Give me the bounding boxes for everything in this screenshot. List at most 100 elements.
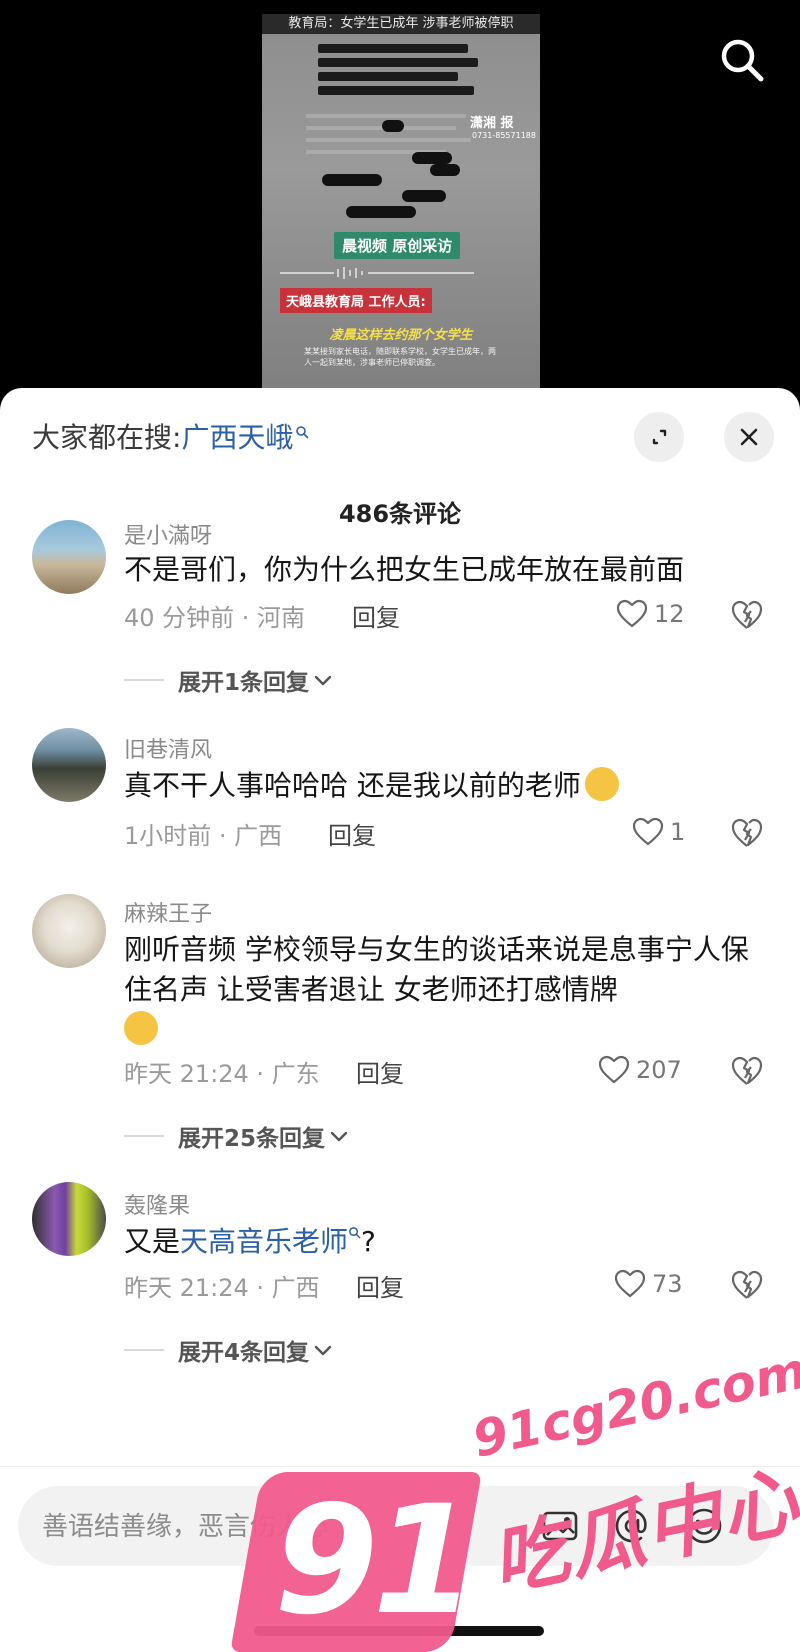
trending-search-keyword[interactable]: 广西天峨 xyxy=(181,416,293,456)
document-text xyxy=(306,114,466,118)
reply-button[interactable]: 回复 xyxy=(356,1054,404,1089)
chevron-down-icon xyxy=(314,675,332,686)
expand-replies[interactable]: 展开1条回复 xyxy=(124,664,335,696)
chevron-down-icon xyxy=(330,1131,348,1142)
expand-replies-label: 展开4条回复 xyxy=(178,1340,310,1366)
search-icon xyxy=(296,426,309,439)
like-count: 73 xyxy=(652,1270,683,1298)
comment-text: 不是哥们，你为什么把女生已成年放在最前面 xyxy=(124,553,685,586)
redaction-bar xyxy=(318,44,468,53)
video-caption: 凌晨这样去约那个女学生 xyxy=(329,328,473,343)
video-player[interactable]: 教育局：女学生已成年 涉事老师被停职 潇湘 报 0731-85571188 晨视… xyxy=(0,0,800,400)
broken-heart-icon[interactable] xyxy=(730,598,764,632)
document-text xyxy=(306,126,456,130)
redaction-bar xyxy=(318,58,478,67)
broken-heart-icon[interactable] xyxy=(730,1268,764,1302)
reply-button[interactable]: 回复 xyxy=(356,1268,404,1303)
crying-emoji-icon xyxy=(124,1011,158,1045)
heart-icon xyxy=(614,1269,646,1298)
broken-heart-icon[interactable] xyxy=(730,816,764,850)
comment-sheet: 大家都在搜: 广西天峨 486条评论 是小滿呀 不是哥们，你为什么把女生已成年放… xyxy=(0,388,800,1652)
emoji-icon[interactable] xyxy=(682,1504,726,1548)
image-icon[interactable] xyxy=(538,1504,582,1548)
news-stamp: 潇湘 报 xyxy=(470,112,514,131)
chevron-down-icon xyxy=(314,1345,332,1356)
reply-button[interactable]: 回复 xyxy=(328,816,376,851)
document-text xyxy=(306,138,471,142)
divider xyxy=(124,1135,164,1137)
like-button[interactable]: 73 xyxy=(614,1268,683,1300)
divider xyxy=(124,1349,164,1351)
avatar[interactable] xyxy=(32,894,106,968)
like-count: 12 xyxy=(654,600,685,628)
redaction-bar xyxy=(318,72,458,81)
comment-input[interactable]: 善语结善缘，恶言伤人心 xyxy=(18,1486,774,1566)
close-button[interactable] xyxy=(724,412,774,462)
comment-time-location: 昨天 21:24 · 广东 xyxy=(124,1060,320,1088)
video-frame: 教育局：女学生已成年 涉事老师被停职 潇湘 报 0731-85571188 晨视… xyxy=(262,14,540,400)
laughing-emoji-icon xyxy=(584,767,619,801)
redaction-blot xyxy=(412,152,452,164)
divider xyxy=(0,1466,800,1467)
comment-text: 真不干人事哈哈哈 还是我以前的老师 xyxy=(124,766,764,806)
heart-icon xyxy=(616,599,648,628)
expand-icon xyxy=(652,429,667,445)
comment-time-location: 昨天 21:24 · 广西 xyxy=(124,1274,320,1302)
comment-text: 又是天高音乐老师? xyxy=(124,1222,764,1262)
like-button[interactable]: 12 xyxy=(616,598,685,630)
like-button[interactable]: 207 xyxy=(598,1054,682,1086)
redaction-bar xyxy=(318,86,474,95)
expand-button[interactable] xyxy=(634,412,684,462)
like-count: 1 xyxy=(670,818,686,846)
comment-text-suffix: ? xyxy=(361,1225,376,1258)
comment-item: 旧巷清风 真不干人事哈哈哈 还是我以前的老师 1小时前 · 广西 回复 1 xyxy=(0,728,800,858)
like-count: 207 xyxy=(636,1056,682,1084)
comment-username[interactable]: 旧巷清风 xyxy=(124,732,212,764)
search-icon[interactable] xyxy=(716,34,768,86)
redaction-blot xyxy=(322,174,382,186)
search-icon xyxy=(349,1227,361,1239)
home-indicator[interactable] xyxy=(254,1626,544,1636)
close-icon xyxy=(740,428,758,446)
expand-replies-label: 展开1条回复 xyxy=(178,670,310,696)
avatar[interactable] xyxy=(32,1182,106,1256)
comment-username[interactable]: 麻辣王子 xyxy=(124,896,212,928)
news-stamp-text: 潇湘 报 xyxy=(470,116,514,131)
comment-item: 是小滿呀 不是哥们，你为什么把女生已成年放在最前面 40 分钟前 · 河南 回复… xyxy=(0,520,800,700)
comment-username[interactable]: 轰隆果 xyxy=(124,1188,190,1220)
redaction-blot xyxy=(430,164,460,176)
avatar[interactable] xyxy=(32,520,106,594)
divider xyxy=(124,679,164,681)
expand-replies[interactable]: 展开4条回复 xyxy=(124,1334,335,1366)
expand-replies-label: 展开25条回复 xyxy=(178,1126,326,1152)
comment-search-link[interactable]: 天高音乐老师 xyxy=(180,1225,348,1258)
heart-icon xyxy=(632,817,664,846)
like-button[interactable]: 1 xyxy=(632,816,685,848)
reply-button[interactable]: 回复 xyxy=(352,598,400,633)
comment-text-prefix: 又是 xyxy=(124,1225,181,1258)
video-speaker-label: 天峨县教育局 工作人员: xyxy=(280,288,432,313)
comment-text: 刚听音频 学校领导与女生的谈话来说是息事宁人保住名声 让受害者退让 女老师还打感… xyxy=(124,930,764,1050)
comment-time-location: 1小时前 · 广西 xyxy=(124,822,283,850)
redaction-blot xyxy=(402,190,446,202)
avatar[interactable] xyxy=(32,728,106,802)
comment-time-location: 40 分钟前 · 河南 xyxy=(124,604,306,632)
redaction-blot xyxy=(382,120,404,132)
comment-text-body: 刚听音频 学校领导与女生的谈话来说是息事宁人保住名声 让受害者退让 女老师还打感… xyxy=(124,933,749,1006)
video-headline: 教育局：女学生已成年 涉事老师被停职 xyxy=(262,14,540,34)
expand-replies[interactable]: 展开25条回复 xyxy=(124,1120,351,1152)
comment-item: 麻辣王子 刚听音频 学校领导与女生的谈话来说是息事宁人保住名声 让受害者退让 女… xyxy=(0,894,800,1164)
at-icon[interactable] xyxy=(610,1504,654,1548)
trending-search-prefix: 大家都在搜: xyxy=(32,421,182,454)
comment-text-body: 真不干人事哈哈哈 还是我以前的老师 xyxy=(124,769,581,802)
comment-input-placeholder: 善语结善缘，恶言伤人心 xyxy=(42,1512,329,1542)
comment-item: 轰隆果 又是天高音乐老师? 昨天 21:24 · 广西 回复 73 展开4条回复 xyxy=(0,1182,800,1372)
video-subtitle: 某某接到家长电话，随即联系学校，女学生已成年，两人一起到某地，涉事老师已停职调查… xyxy=(304,347,496,367)
heart-icon xyxy=(598,1055,630,1084)
video-badge: 晨视频 原创采访 xyxy=(334,232,461,259)
audio-wave xyxy=(280,267,474,279)
news-stamp-phone: 0731-85571188 xyxy=(472,131,536,140)
comment-username[interactable]: 是小滿呀 xyxy=(124,518,212,550)
trending-search[interactable]: 大家都在搜: 广西天峨 xyxy=(32,416,309,456)
broken-heart-icon[interactable] xyxy=(730,1054,764,1088)
